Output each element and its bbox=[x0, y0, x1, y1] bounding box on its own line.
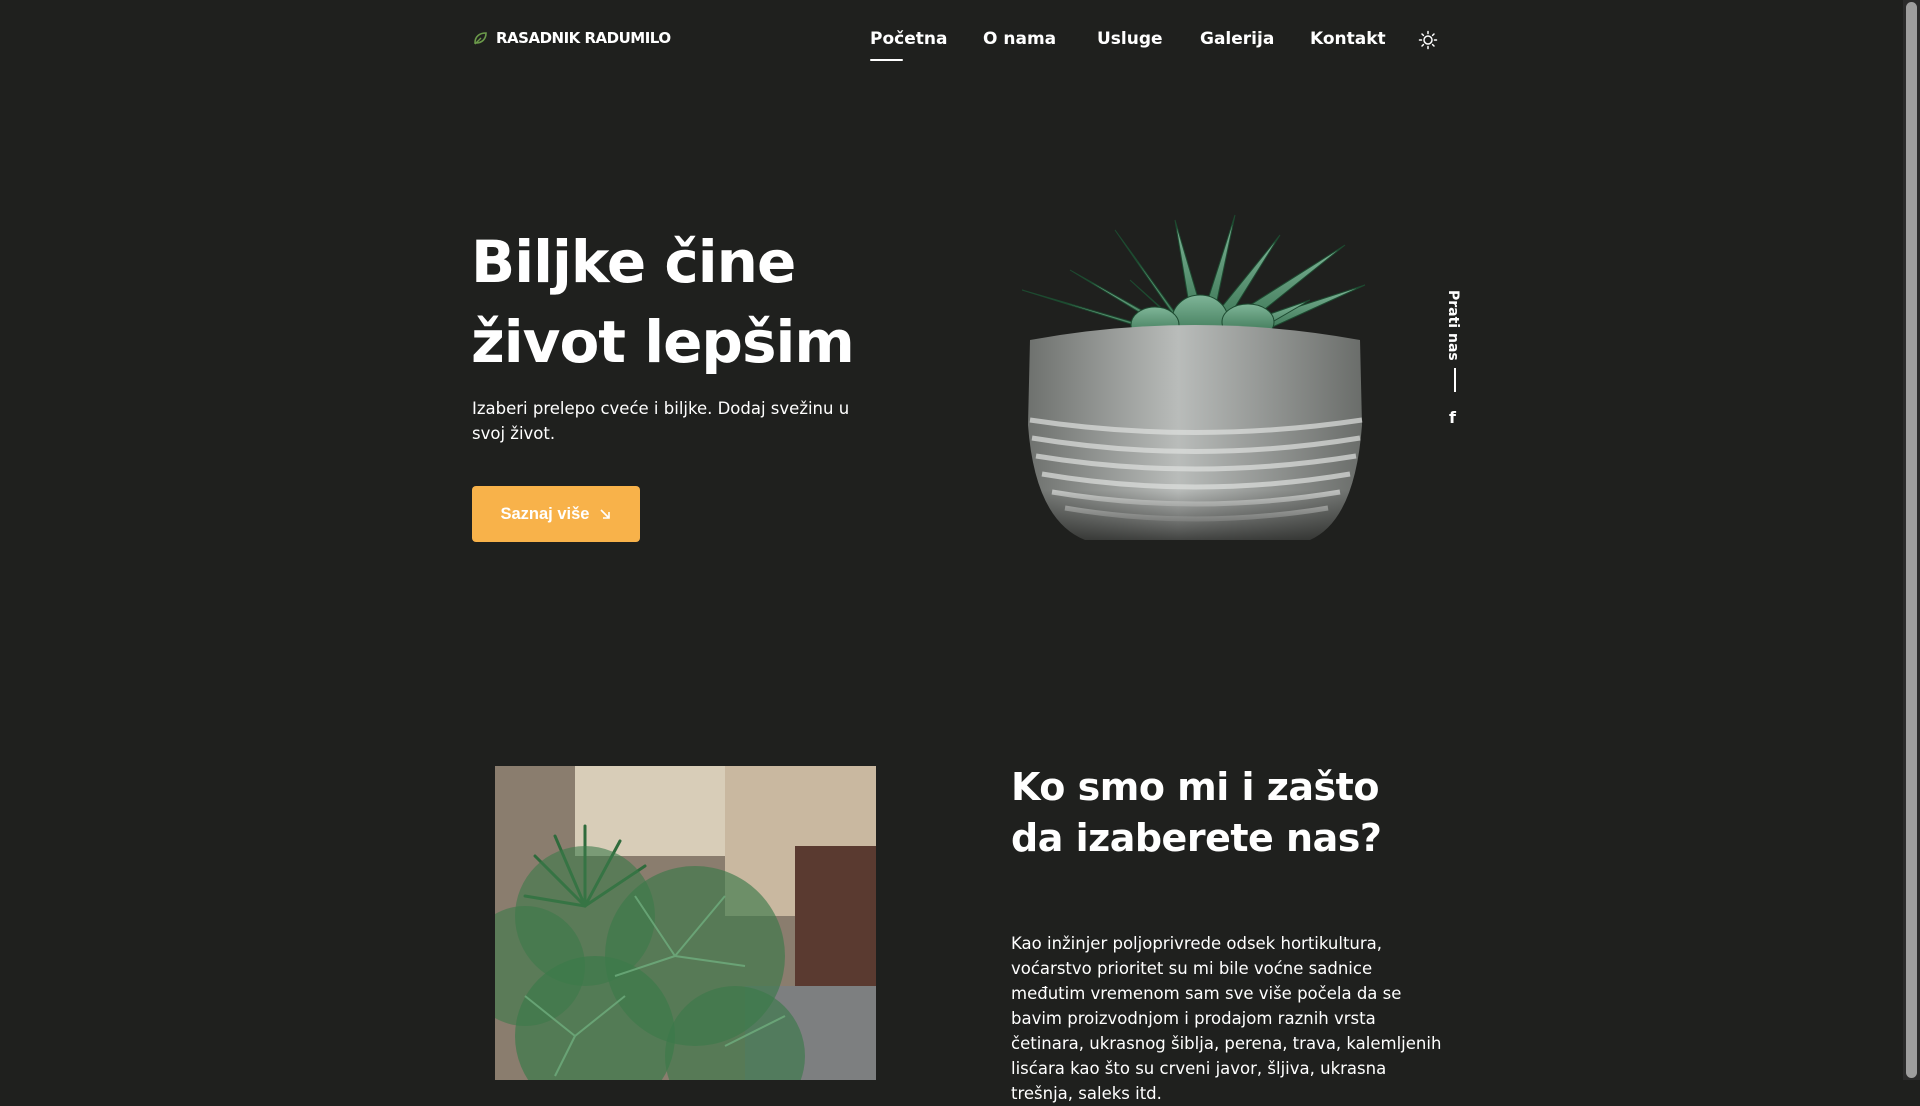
leaf-icon bbox=[474, 32, 487, 45]
nav-active-indicator bbox=[870, 59, 903, 61]
nav-item-galerija[interactable]: Galerija bbox=[1200, 29, 1274, 49]
learn-more-label: Saznaj više bbox=[500, 504, 590, 523]
succulent-pot-image bbox=[1010, 214, 1380, 555]
pine-plant-photo bbox=[495, 766, 876, 1080]
nav-item-pocetna[interactable]: Početna bbox=[870, 29, 947, 49]
follow-us-label: Prati nas bbox=[1445, 290, 1461, 361]
brand-name: RASADNIK RADUMILO bbox=[496, 29, 671, 47]
sun-icon[interactable] bbox=[1418, 30, 1438, 50]
hero-title: Biljke čine život lepšim bbox=[471, 228, 855, 376]
scrollbar-thumb[interactable] bbox=[1906, 2, 1917, 1078]
scrollbar-track[interactable] bbox=[1903, 0, 1920, 1080]
nav-item-kontakt[interactable]: Kontakt bbox=[1310, 29, 1386, 49]
learn-more-button[interactable]: Saznaj više bbox=[472, 486, 640, 542]
brand-logo[interactable]: RASADNIK RADUMILO bbox=[472, 29, 671, 47]
follow-divider bbox=[1454, 368, 1456, 392]
nav-item-usluge[interactable]: Usluge bbox=[1097, 29, 1163, 49]
facebook-icon[interactable]: f bbox=[1449, 408, 1461, 427]
nav-item-o-nama[interactable]: O nama bbox=[983, 29, 1056, 49]
hero-subtitle: Izaberi prelepo cveće i biljke. Dodaj sv… bbox=[472, 399, 850, 443]
arrow-down-right-icon bbox=[600, 509, 611, 519]
about-title: Ko smo mi i zašto da izaberete nas? bbox=[1011, 765, 1382, 860]
